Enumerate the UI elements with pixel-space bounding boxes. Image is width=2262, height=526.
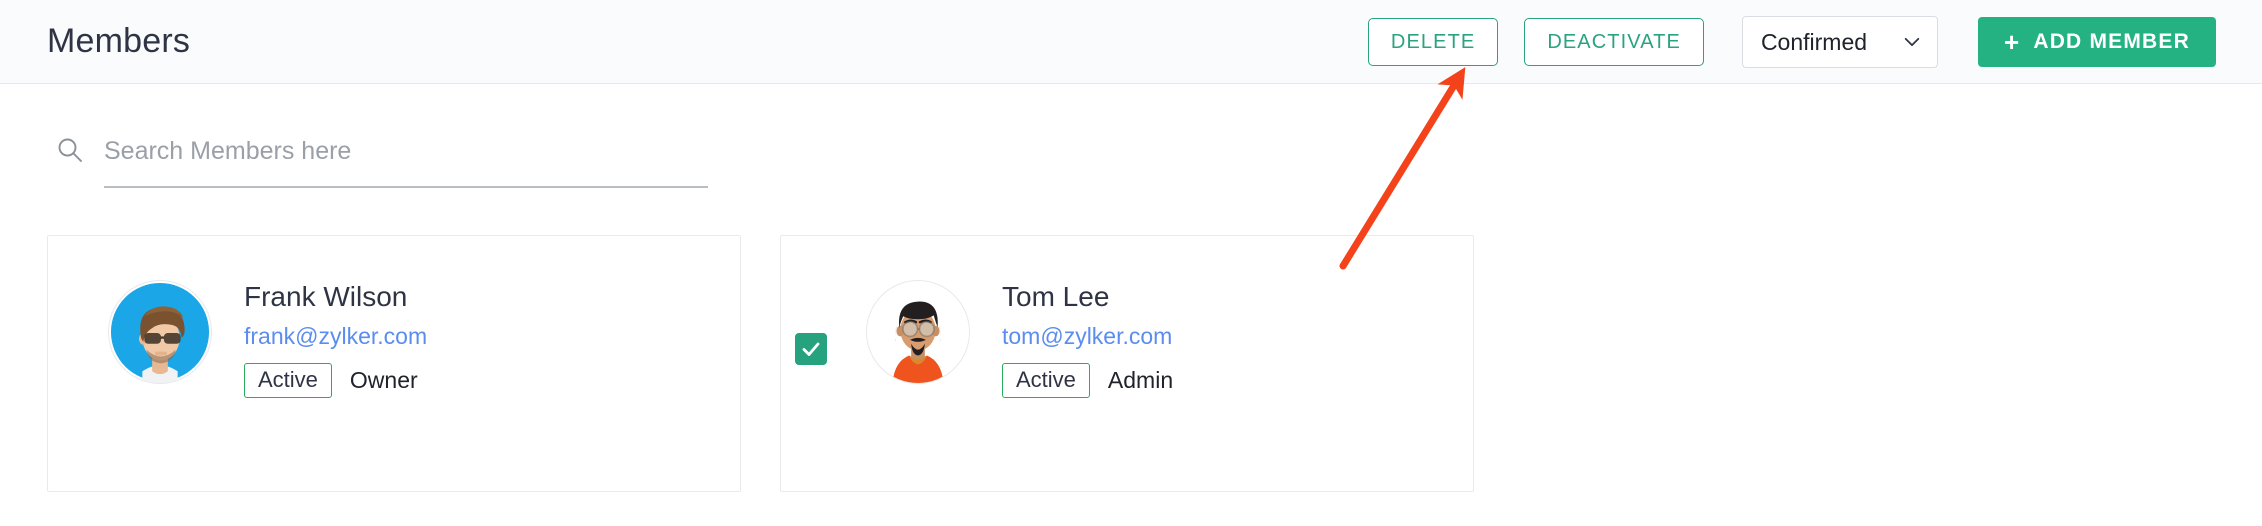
plus-icon: + bbox=[2003, 27, 2021, 57]
deactivate-button-label: DEACTIVATE bbox=[1547, 30, 1681, 53]
add-member-button[interactable]: + ADD MEMBER bbox=[1977, 17, 2216, 67]
search-icon bbox=[56, 136, 84, 164]
deactivate-button[interactable]: DEACTIVATE bbox=[1524, 18, 1704, 66]
member-meta: Active Admin bbox=[1002, 363, 1174, 399]
page-header: Members DELETE DEACTIVATE Confirmed + AD… bbox=[0, 0, 2262, 84]
delete-button[interactable]: DELETE bbox=[1367, 18, 1499, 66]
check-icon bbox=[802, 342, 820, 356]
avatar bbox=[866, 280, 970, 384]
search-underline bbox=[104, 186, 708, 188]
member-role: Admin bbox=[1107, 367, 1174, 394]
member-info: Tom Lee tom@zylker.com Active Admin bbox=[1002, 281, 1174, 399]
page-title: Members bbox=[47, 22, 191, 60]
status-badge: Active bbox=[244, 363, 332, 399]
member-email[interactable]: tom@zylker.com bbox=[1002, 323, 1173, 349]
search-input[interactable] bbox=[104, 128, 660, 174]
add-member-label: ADD MEMBER bbox=[2033, 30, 2190, 53]
status-badge: Active bbox=[1002, 363, 1090, 399]
member-info: Frank Wilson frank@zylker.com Active Own… bbox=[244, 281, 427, 399]
member-name: Tom Lee bbox=[1002, 281, 1110, 312]
member-select-checkbox[interactable] bbox=[795, 333, 827, 365]
member-card[interactable]: Frank Wilson frank@zylker.com Active Own… bbox=[47, 235, 741, 492]
member-role: Owner bbox=[349, 367, 418, 394]
avatar bbox=[108, 280, 212, 384]
header-actions: DELETE DEACTIVATE Confirmed + ADD MEMBER bbox=[1367, 0, 2216, 84]
status-filter-value: Confirmed bbox=[1760, 28, 1868, 55]
member-name: Frank Wilson bbox=[244, 281, 408, 312]
search-row bbox=[47, 124, 708, 188]
members-page: Members DELETE DEACTIVATE Confirmed + AD… bbox=[0, 0, 2262, 526]
member-card[interactable]: Tom Lee tom@zylker.com Active Admin bbox=[780, 235, 1474, 492]
member-meta: Active Owner bbox=[244, 363, 427, 399]
delete-button-label: DELETE bbox=[1390, 30, 1476, 53]
member-email[interactable]: frank@zylker.com bbox=[244, 323, 427, 349]
chevron-down-icon bbox=[1903, 33, 1921, 51]
status-filter-dropdown[interactable]: Confirmed bbox=[1741, 16, 1938, 68]
